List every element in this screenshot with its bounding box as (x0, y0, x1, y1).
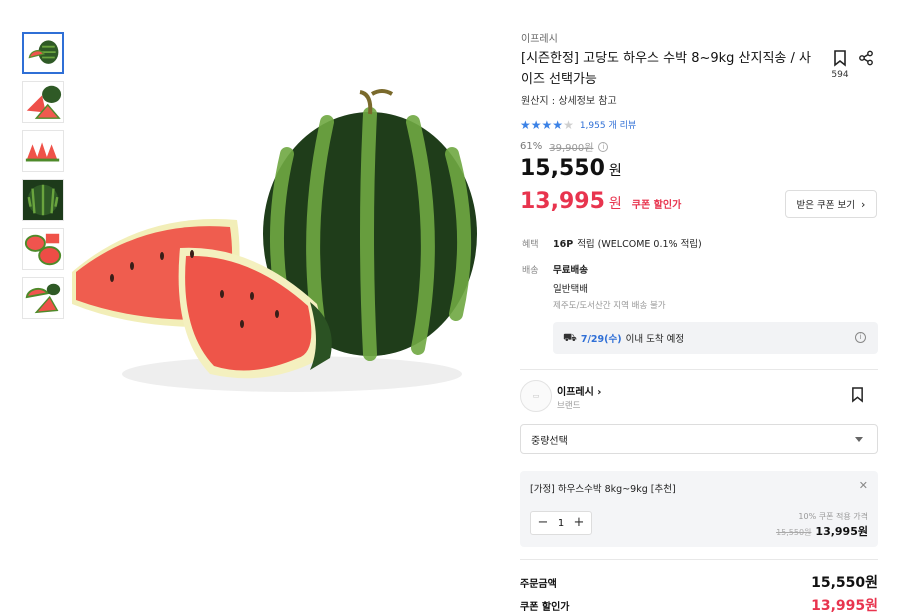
thumbnail-4[interactable] (22, 179, 64, 221)
chevron-down-icon (855, 437, 863, 442)
currency-unit: 원 (608, 163, 622, 179)
info-icon[interactable]: i (598, 141, 609, 152)
order-total-value: 15,550원 (811, 575, 878, 591)
thumbnail-1[interactable] (22, 32, 64, 74)
star-icon: ★ (541, 117, 553, 132)
sale-price: 15,550 원 (520, 156, 622, 181)
shipping-type: 일반택배 (553, 284, 588, 295)
star-icon: ★ (552, 117, 564, 132)
discount-row: 61% 39,900원 i (520, 139, 609, 154)
shipping-note: 제주도/도서산간 지역 배송 불가 (553, 301, 666, 311)
arrival-estimate: ⛟ 7/29(수) 이내 도착 예정 i (553, 322, 878, 354)
benefit-label: 혜택 (522, 240, 539, 250)
share-button[interactable] (858, 50, 876, 70)
thumbnail-2[interactable] (22, 81, 64, 123)
seller-logo[interactable]: ▭ (520, 380, 552, 412)
origin-info: 원산지 : 상세정보 참고 (521, 96, 617, 107)
coupon-price-label: 쿠폰 할인가 (631, 200, 682, 211)
benefit-text: 적립 (WELCOME 0.1% 적립) (577, 239, 702, 250)
info-icon[interactable]: i (855, 332, 866, 343)
option-coupon-label: 10% 쿠폰 적용 가격 (798, 512, 868, 521)
view-coupons-label: 받은 쿠폰 보기 (796, 200, 856, 211)
coupon-price-value: 13,995 (520, 189, 605, 214)
seller-sub: 브랜드 (557, 401, 581, 411)
increase-button[interactable]: + (572, 513, 586, 533)
star-rating: ★ ★ ★ ★ ★ (520, 119, 574, 131)
coupon-price: 13,995 원 쿠폰 할인가 (520, 189, 681, 214)
bookmark-button[interactable] (830, 50, 850, 71)
arrival-text: 이내 도착 예정 (625, 334, 685, 345)
arrival-date: 7/29(수) (580, 334, 622, 345)
close-icon[interactable]: ✕ (859, 479, 868, 492)
seller-name-link[interactable]: 이프레시 › (557, 383, 601, 398)
chevron-right-icon: › (597, 387, 602, 398)
original-price: 39,900원 (549, 143, 594, 154)
star-icon: ★ (563, 117, 574, 132)
order-total-row: 주문금액 15,550원 (520, 572, 878, 592)
weight-select[interactable]: 중량선택 (520, 424, 878, 454)
star-icon: ★ (520, 117, 531, 132)
star-icon: ★ (530, 117, 542, 132)
coupon-total-row: 쿠폰 할인가 13,995원 (520, 595, 878, 615)
thumbnail-list (22, 32, 64, 326)
seller-bookmark-button[interactable] (851, 387, 864, 407)
option-new-price: 13,995원 (815, 525, 868, 538)
option-old-price: 15,550원 (776, 528, 812, 537)
brand-label[interactable]: 이프레시 (521, 30, 558, 45)
benefit-value: 16P 적립 (WELCOME 0.1% 적립) (553, 236, 702, 250)
view-coupons-button[interactable]: 받은 쿠폰 보기 › (785, 190, 877, 218)
option-prices: 15,550원 13,995원 (776, 523, 868, 539)
chevron-right-icon: › (861, 197, 866, 211)
review-count-link[interactable]: 1,955 개 리뷰 (580, 118, 636, 131)
quantity-stepper: − 1 + (530, 511, 592, 535)
coupon-total-label: 쿠폰 할인가 (520, 602, 570, 613)
decrease-button[interactable]: − (536, 513, 550, 533)
thumbnail-5[interactable] (22, 228, 64, 270)
benefit-points: 16P (553, 239, 574, 250)
thumbnail-6[interactable] (22, 277, 64, 319)
product-title: [시즌한정] 고당도 하우스 수박 8~9kg 산지직송 / 사이즈 선택가능 (521, 51, 811, 87)
quantity-value[interactable]: 1 (558, 518, 564, 529)
sale-price-value: 15,550 (520, 156, 605, 181)
bookmark-icon (834, 50, 846, 67)
rating-row: ★ ★ ★ ★ ★ 1,955 개 리뷰 (520, 118, 636, 132)
divider (520, 369, 878, 370)
delivery-label: 배송 (522, 266, 539, 276)
order-total-label: 주문금액 (520, 579, 557, 590)
share-icon (859, 50, 873, 66)
weight-select-value: 중량선택 (531, 435, 568, 447)
bookmark-count: 594 (831, 70, 849, 80)
currency-unit: 원 (608, 196, 622, 212)
selected-option-name: [가정] 하우스수박 8kg~9kg [추천] (530, 484, 676, 495)
product-main-image[interactable] (72, 34, 477, 436)
free-shipping: 무료배송 (553, 265, 588, 276)
truck-icon: ⛟ (563, 330, 577, 344)
coupon-total-value: 13,995원 (811, 598, 878, 614)
product-info-panel: 이프레시 [시즌한정] 고당도 하우스 수박 8~9kg 산지직송 / 사이즈 … (520, 0, 878, 615)
discount-rate: 61% (520, 141, 543, 152)
seller-card: ▭ 이프레시 › 브랜드 (520, 380, 878, 414)
thumbnail-3[interactable] (22, 130, 64, 172)
divider (520, 559, 878, 560)
bookmark-icon (852, 387, 863, 403)
seller-name: 이프레시 (557, 387, 594, 398)
selected-option-box: [가정] 하우스수박 8kg~9kg [추천] ✕ − 1 + 10% 쿠폰 적… (520, 471, 878, 547)
